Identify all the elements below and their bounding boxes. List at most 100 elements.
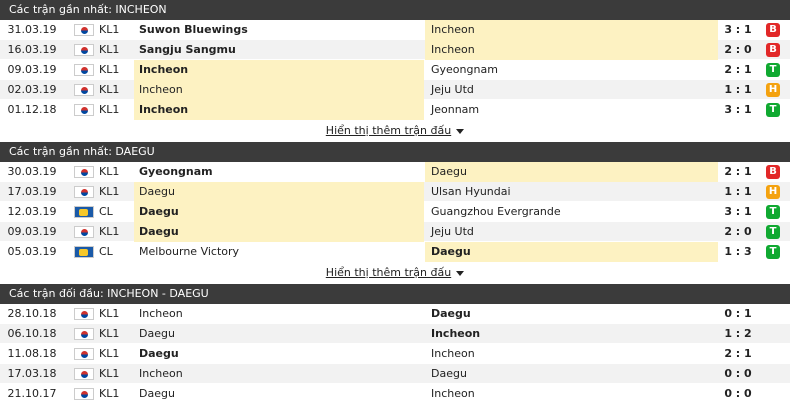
away-team[interactable]: Incheon bbox=[425, 20, 718, 40]
match-row[interactable]: 17.03.18 KL1 Incheon Daegu 0 : 0 bbox=[0, 364, 790, 384]
result-badge: B bbox=[766, 43, 780, 57]
show-more-link[interactable]: Hiển thị thêm trận đấu bbox=[326, 266, 451, 279]
flag-emblem bbox=[81, 391, 88, 398]
away-team[interactable]: Daegu bbox=[425, 242, 718, 262]
flag-emblem bbox=[81, 351, 88, 358]
flag-emblem bbox=[79, 209, 88, 216]
flag-emblem bbox=[81, 107, 88, 114]
match-row[interactable]: 30.03.19 KL1 Gyeongnam Daegu 2 : 1 B bbox=[0, 162, 790, 182]
away-team[interactable]: Jeonnam bbox=[425, 100, 718, 120]
result-badge: H bbox=[766, 83, 780, 97]
match-row[interactable]: 17.03.19 KL1 Daegu Ulsan Hyundai 1 : 1 H bbox=[0, 182, 790, 202]
match-score[interactable]: 1 : 2 bbox=[718, 324, 758, 344]
home-team[interactable]: Daegu bbox=[134, 222, 424, 242]
match-date: 21.10.17 bbox=[7, 387, 57, 400]
league-name: KL1 bbox=[99, 225, 120, 238]
match-score[interactable]: 2 : 0 bbox=[718, 40, 758, 60]
section-header: Các trận gần nhất: INCHEON bbox=[0, 0, 790, 20]
show-more-row: Hiển thị thêm trận đấu bbox=[0, 120, 790, 142]
match-row[interactable]: 09.03.19 KL1 Incheon Gyeongnam 2 : 1 T bbox=[0, 60, 790, 80]
show-more-link[interactable]: Hiển thị thêm trận đấu bbox=[326, 124, 451, 137]
league-name: KL1 bbox=[99, 327, 120, 340]
section-header: Các trận đối đầu: INCHEON - DAEGU bbox=[0, 284, 790, 304]
away-team[interactable]: Jeju Utd bbox=[425, 80, 718, 100]
flag-emblem bbox=[81, 331, 88, 338]
home-team[interactable]: Incheon bbox=[134, 304, 424, 324]
match-score[interactable]: 3 : 1 bbox=[718, 202, 758, 222]
match-date: 05.03.19 bbox=[7, 245, 57, 258]
match-score[interactable]: 2 : 0 bbox=[718, 222, 758, 242]
home-team[interactable]: Incheon bbox=[134, 100, 424, 120]
match-row[interactable]: 28.10.18 KL1 Incheon Daegu 0 : 1 bbox=[0, 304, 790, 324]
away-team[interactable]: Daegu bbox=[425, 364, 718, 384]
caret-down-icon[interactable] bbox=[456, 128, 465, 134]
match-row[interactable]: 21.10.17 KL1 Daegu Incheon 0 : 0 bbox=[0, 384, 790, 404]
match-date: 30.03.19 bbox=[7, 165, 57, 178]
match-row[interactable]: 12.03.19 CL Daegu Guangzhou Evergrande 3 : 1… bbox=[0, 202, 790, 222]
south-korea-flag-icon bbox=[74, 84, 94, 96]
match-history-widget: Các trận gần nhất: INCHEON 31.03.19 KL1 Suw… bbox=[0, 0, 790, 406]
match-date: 11.08.18 bbox=[7, 347, 57, 360]
match-date: 12.03.19 bbox=[7, 205, 57, 218]
away-team[interactable]: Incheon bbox=[425, 324, 718, 344]
match-row[interactable]: 09.03.19 KL1 Daegu Jeju Utd 2 : 0 T bbox=[0, 222, 790, 242]
away-team[interactable]: Guangzhou Evergrande bbox=[425, 202, 718, 222]
home-team[interactable]: Incheon bbox=[134, 80, 424, 100]
match-row[interactable]: 02.03.19 KL1 Incheon Jeju Utd 1 : 1 H bbox=[0, 80, 790, 100]
match-row[interactable]: 05.03.19 CL Melbourne Victory Daegu 1 : 3 T bbox=[0, 242, 790, 262]
home-team[interactable]: Daegu bbox=[134, 182, 424, 202]
home-team[interactable]: Gyeongnam bbox=[134, 162, 424, 182]
away-team[interactable]: Gyeongnam bbox=[425, 60, 718, 80]
result-badge: B bbox=[766, 23, 780, 37]
match-row[interactable]: 16.03.19 KL1 Sangju Sangmu Incheon 2 : 0 B bbox=[0, 40, 790, 60]
match-date: 28.10.18 bbox=[7, 307, 57, 320]
away-team[interactable]: Incheon bbox=[425, 40, 718, 60]
match-score[interactable]: 1 : 3 bbox=[718, 242, 758, 262]
match-score[interactable]: 1 : 1 bbox=[718, 80, 758, 100]
home-team[interactable]: Incheon bbox=[134, 364, 424, 384]
league-name: KL1 bbox=[99, 387, 120, 400]
match-date: 02.03.19 bbox=[7, 83, 57, 96]
match-row[interactable]: 11.08.18 KL1 Daegu Incheon 2 : 1 bbox=[0, 344, 790, 364]
home-team[interactable]: Daegu bbox=[134, 384, 424, 404]
away-team[interactable]: Incheon bbox=[425, 344, 718, 364]
flag-emblem bbox=[81, 371, 88, 378]
away-team[interactable]: Ulsan Hyundai bbox=[425, 182, 718, 202]
south-korea-flag-icon bbox=[74, 226, 94, 238]
match-score[interactable]: 2 : 1 bbox=[718, 60, 758, 80]
flag-emblem bbox=[79, 249, 88, 256]
south-korea-flag-icon bbox=[74, 166, 94, 178]
match-score[interactable]: 1 : 1 bbox=[718, 182, 758, 202]
south-korea-flag-icon bbox=[74, 388, 94, 400]
match-score[interactable]: 0 : 0 bbox=[718, 364, 758, 384]
away-team[interactable]: Jeju Utd bbox=[425, 222, 718, 242]
caret-down-icon[interactable] bbox=[456, 270, 465, 276]
home-team[interactable]: Suwon Bluewings bbox=[134, 20, 424, 40]
match-score[interactable]: 2 : 1 bbox=[718, 162, 758, 182]
home-team[interactable]: Daegu bbox=[134, 202, 424, 222]
league-name: KL1 bbox=[99, 347, 120, 360]
home-team[interactable]: Daegu bbox=[134, 324, 424, 344]
match-row[interactable]: 01.12.18 KL1 Incheon Jeonnam 3 : 1 T bbox=[0, 100, 790, 120]
away-team[interactable]: Incheon bbox=[425, 384, 718, 404]
home-team[interactable]: Daegu bbox=[134, 344, 424, 364]
south-korea-flag-icon bbox=[74, 44, 94, 56]
result-badge: H bbox=[766, 185, 780, 199]
match-score[interactable]: 0 : 0 bbox=[718, 384, 758, 404]
match-date: 17.03.19 bbox=[7, 185, 57, 198]
match-date: 01.12.18 bbox=[7, 103, 57, 116]
match-score[interactable]: 3 : 1 bbox=[718, 20, 758, 40]
match-row[interactable]: 06.10.18 KL1 Daegu Incheon 1 : 2 bbox=[0, 324, 790, 344]
league-name: KL1 bbox=[99, 103, 120, 116]
away-team[interactable]: Daegu bbox=[425, 304, 718, 324]
match-row[interactable]: 31.03.19 KL1 Suwon Bluewings Incheon 3 : 1 B bbox=[0, 20, 790, 40]
match-score[interactable]: 3 : 1 bbox=[718, 100, 758, 120]
match-score[interactable]: 0 : 1 bbox=[718, 304, 758, 324]
away-team[interactable]: Daegu bbox=[425, 162, 718, 182]
home-team[interactable]: Incheon bbox=[134, 60, 424, 80]
home-team[interactable]: Sangju Sangmu bbox=[134, 40, 424, 60]
match-score[interactable]: 2 : 1 bbox=[718, 344, 758, 364]
home-team[interactable]: Melbourne Victory bbox=[134, 242, 424, 262]
match-date: 16.03.19 bbox=[7, 43, 57, 56]
south-korea-flag-icon bbox=[74, 308, 94, 320]
